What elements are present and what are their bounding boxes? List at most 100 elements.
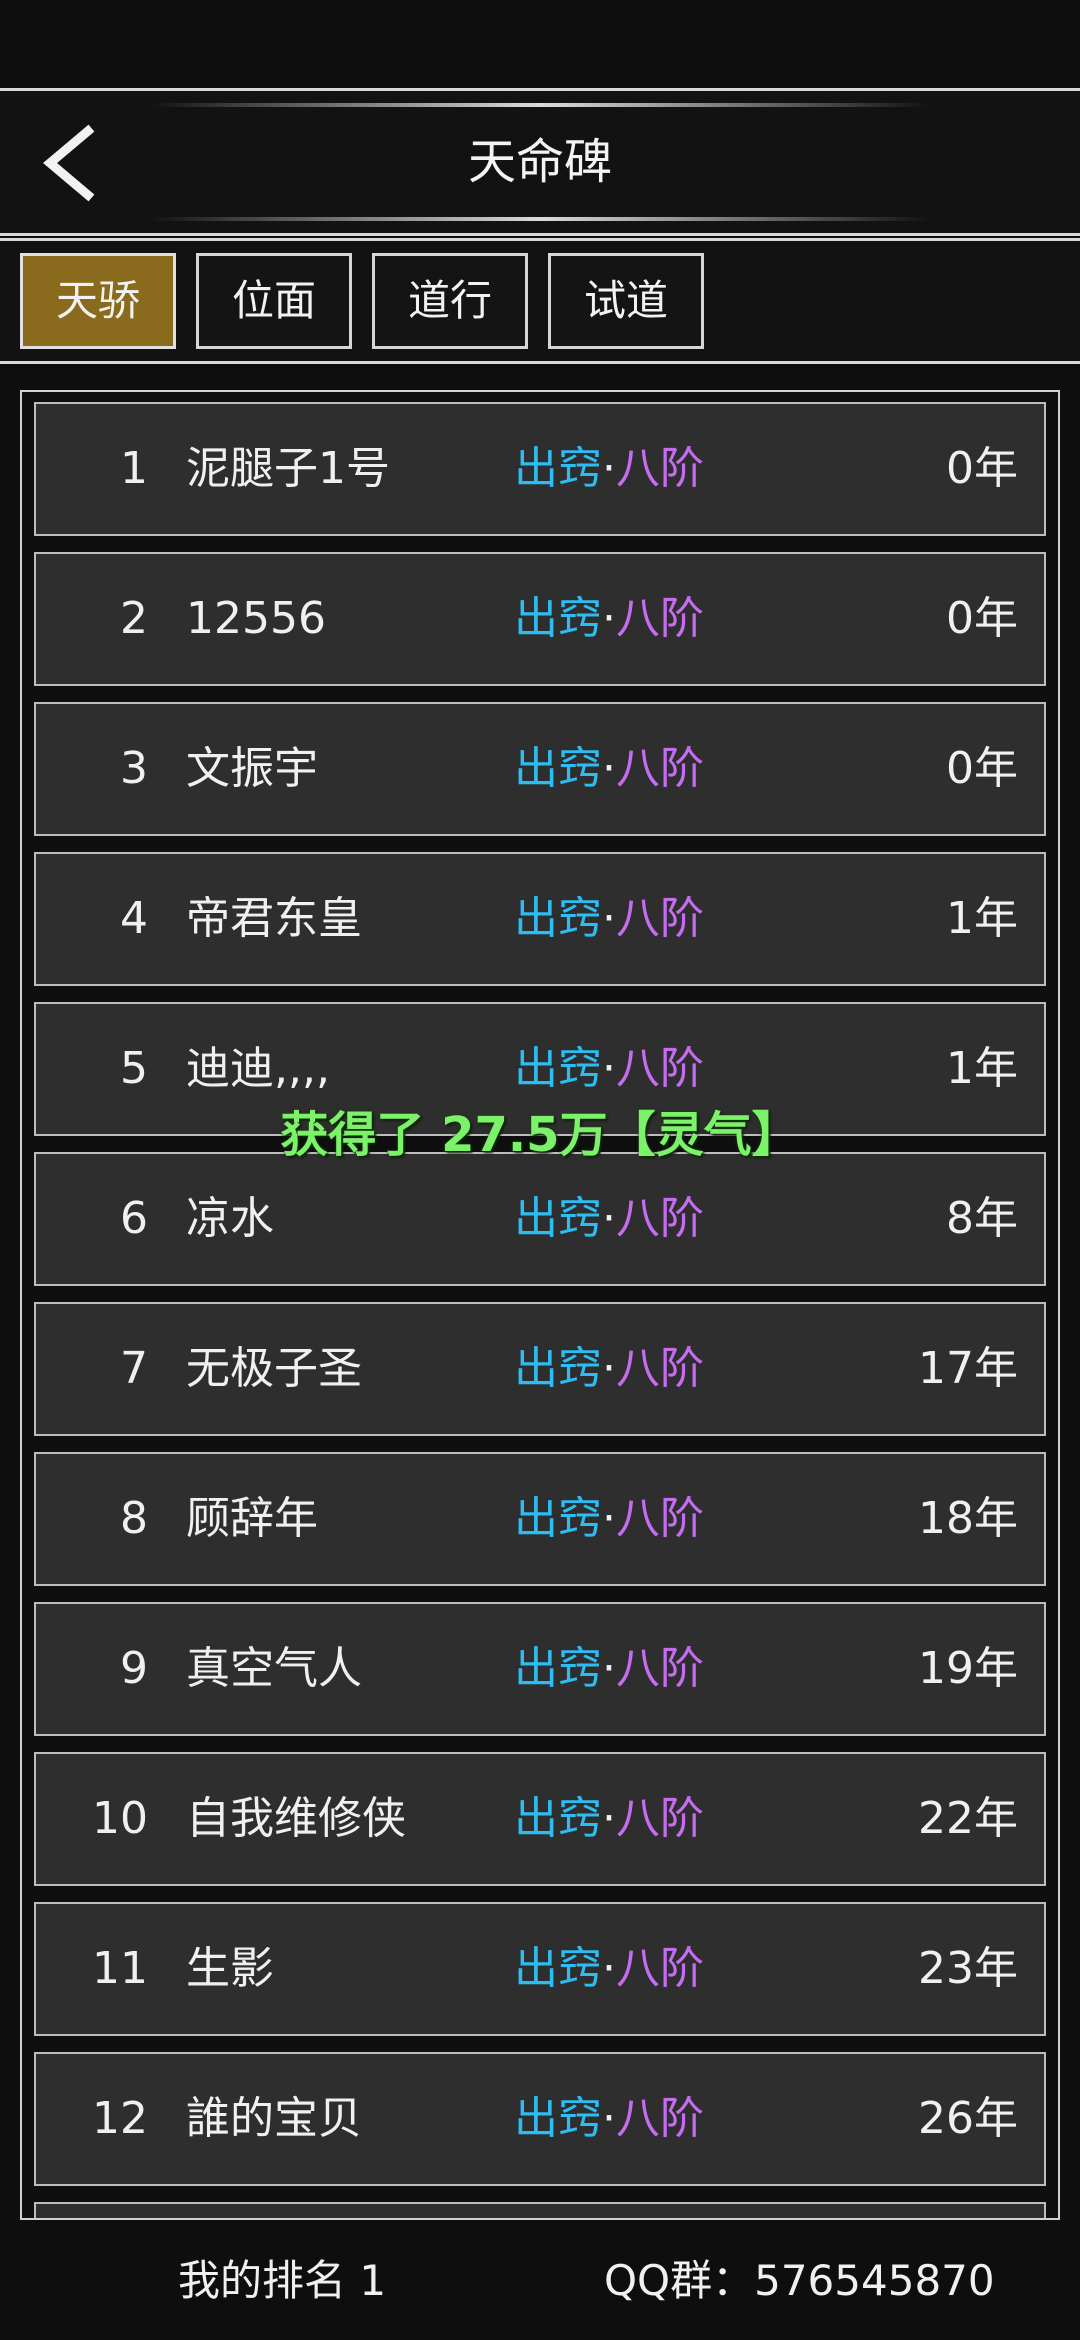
ranking-row[interactable]: 9 真空气人 出窍·八阶 19年 <box>34 1602 1046 1736</box>
ranking-row[interactable]: 10 自我维修侠 出窍·八阶 22年 <box>34 1752 1046 1886</box>
footer-bar: 我的排名 1 QQ群：576545870 <box>0 2222 1080 2340</box>
player-name: 真空气人 <box>186 1643 362 1694</box>
realm-separator: · <box>602 893 616 944</box>
realm-separator: · <box>602 2093 616 2144</box>
tab-bar: 天骄 位面 道行 试道 <box>0 238 1080 364</box>
player-name: 泥腿子1号 <box>186 443 390 494</box>
realm-label: 出窍·八阶 <box>514 854 704 984</box>
ranking-row[interactable]: 7 无极子圣 出窍·八阶 17年 <box>34 1302 1046 1436</box>
realm-level: 八阶 <box>616 1043 704 1094</box>
rank-number: 3 <box>120 743 148 794</box>
ranking-row[interactable]: 3 文振宇 出窍·八阶 0年 <box>34 702 1046 836</box>
realm-stage: 出窍 <box>514 1343 602 1394</box>
realm-stage: 出窍 <box>514 2093 602 2144</box>
realm-stage: 出窍 <box>514 1193 602 1244</box>
ranking-row[interactable]: 4 帝君东皇 出窍·八阶 1年 <box>34 852 1046 986</box>
realm-label: 出窍·八阶 <box>514 704 704 834</box>
ranking-row[interactable]: 2 12556 出窍·八阶 0年 <box>34 552 1046 686</box>
realm-level: 八阶 <box>616 893 704 944</box>
tab-daoxing[interactable]: 道行 <box>372 253 528 349</box>
ranking-row[interactable]: 6 凉水 出窍·八阶 8年 <box>34 1152 1046 1286</box>
realm-level: 八阶 <box>616 1493 704 1544</box>
realm-separator: · <box>602 593 616 644</box>
realm-stage: 出窍 <box>514 443 602 494</box>
realm-stage: 出窍 <box>514 1043 602 1094</box>
back-button[interactable] <box>36 123 106 203</box>
ranking-list[interactable]: 1 泥腿子1号 出窍·八阶 0年 2 12556 出窍·八阶 0年 3 文振宇 … <box>20 390 1060 2220</box>
ranking-row[interactable]: 8 顾辞年 出窍·八阶 18年 <box>34 1452 1046 1586</box>
realm-separator: · <box>602 1943 616 1994</box>
tab-weimian[interactable]: 位面 <box>196 253 352 349</box>
realm-label: 出窍·八阶 <box>514 1904 704 2034</box>
realm-label: 出窍·八阶 <box>514 1454 704 1584</box>
years-value: 23年 <box>918 1943 1018 1994</box>
realm-separator: · <box>602 1343 616 1394</box>
years-value: 0年 <box>946 443 1018 494</box>
page-title: 天命碑 <box>467 134 612 190</box>
realm-stage: 出窍 <box>514 593 602 644</box>
realm-level: 八阶 <box>616 443 704 494</box>
realm-separator: · <box>602 443 616 494</box>
realm-level: 八阶 <box>616 1943 704 1994</box>
title-bar: 天命碑 <box>0 88 1080 236</box>
chevron-left-icon <box>43 124 95 202</box>
realm-level: 八阶 <box>616 1643 704 1694</box>
years-value: 19年 <box>918 1643 1018 1694</box>
realm-label: 出窍·八阶 <box>514 404 704 534</box>
qq-group-label: QQ群：576545870 <box>604 2256 995 2305</box>
tab-tianjiao[interactable]: 天骄 <box>20 253 176 349</box>
rank-number: 11 <box>92 1943 148 1994</box>
realm-separator: · <box>602 1643 616 1694</box>
years-value: 0年 <box>946 593 1018 644</box>
title-glow-bottom <box>150 217 930 221</box>
realm-label: 出窍·八阶 <box>514 1754 704 1884</box>
status-bar <box>0 0 1080 88</box>
realm-separator: · <box>602 1793 616 1844</box>
realm-label: 出窍·八阶 <box>514 2054 704 2184</box>
realm-label: 出窍·八阶 <box>514 1154 704 1284</box>
realm-stage: 出窍 <box>514 1943 602 1994</box>
realm-level: 八阶 <box>616 743 704 794</box>
rank-number: 7 <box>120 1343 148 1394</box>
realm-level: 八阶 <box>616 2093 704 2144</box>
ranking-row-partial[interactable] <box>34 2202 1046 2218</box>
realm-stage: 出窍 <box>514 1493 602 1544</box>
player-name: 无极子圣 <box>186 1343 362 1394</box>
rank-number: 1 <box>120 443 148 494</box>
reward-toast: 获得了 27.5万【灵气】 <box>280 1107 800 1163</box>
rank-number: 4 <box>120 893 148 944</box>
realm-label: 出窍·八阶 <box>514 554 704 684</box>
rank-number: 6 <box>120 1193 148 1244</box>
years-value: 18年 <box>918 1493 1018 1544</box>
tab-shidao[interactable]: 试道 <box>548 253 704 349</box>
years-value: 22年 <box>918 1793 1018 1844</box>
realm-separator: · <box>602 1043 616 1094</box>
player-name: 帝君东皇 <box>186 893 362 944</box>
player-name: 12556 <box>186 593 326 644</box>
realm-stage: 出窍 <box>514 1643 602 1694</box>
realm-label: 出窍·八阶 <box>514 1304 704 1434</box>
years-value: 0年 <box>946 743 1018 794</box>
realm-stage: 出窍 <box>514 893 602 944</box>
rank-number: 2 <box>120 593 148 644</box>
realm-level: 八阶 <box>616 1343 704 1394</box>
realm-stage: 出窍 <box>514 743 602 794</box>
years-value: 8年 <box>946 1193 1018 1244</box>
rank-number: 8 <box>120 1493 148 1544</box>
player-name: 自我维修侠 <box>186 1793 406 1844</box>
ranking-row[interactable]: 12 誰的宝贝 出窍·八阶 26年 <box>34 2052 1046 2186</box>
player-name: 文振宇 <box>186 743 318 794</box>
years-value: 1年 <box>946 893 1018 944</box>
realm-separator: · <box>602 1193 616 1244</box>
years-value: 26年 <box>918 2093 1018 2144</box>
realm-separator: · <box>602 1493 616 1544</box>
realm-label: 出窍·八阶 <box>514 1604 704 1734</box>
ranking-row[interactable]: 11 生影 出窍·八阶 23年 <box>34 1902 1046 2036</box>
realm-level: 八阶 <box>616 1193 704 1244</box>
realm-separator: · <box>602 743 616 794</box>
ranking-row[interactable]: 1 泥腿子1号 出窍·八阶 0年 <box>34 402 1046 536</box>
years-value: 17年 <box>918 1343 1018 1394</box>
realm-stage: 出窍 <box>514 1793 602 1844</box>
my-rank-label: 我的排名 1 <box>178 2256 387 2305</box>
rank-number: 12 <box>92 2093 148 2144</box>
